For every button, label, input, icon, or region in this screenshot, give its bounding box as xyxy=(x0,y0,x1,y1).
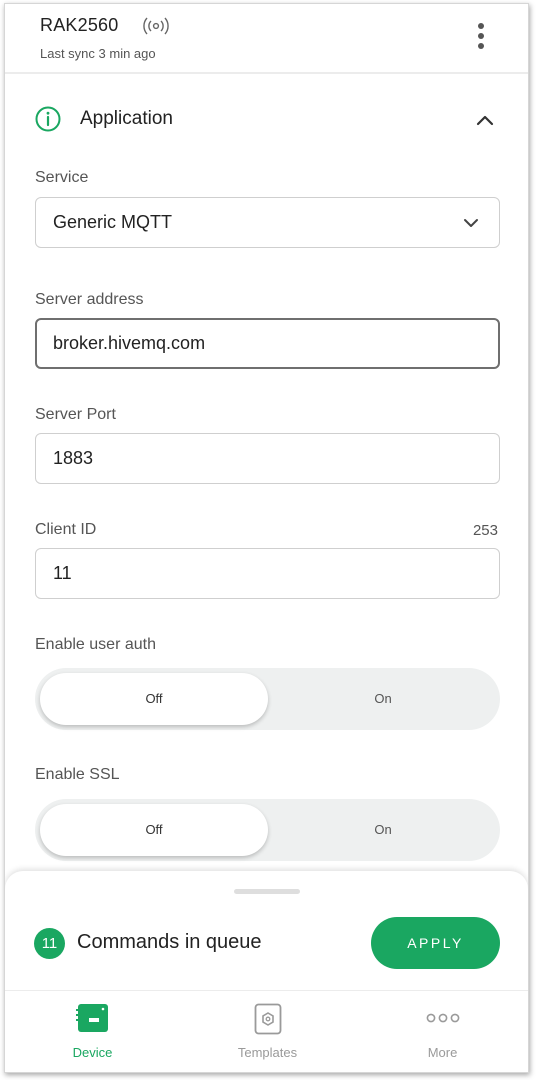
apply-button[interactable]: APPLY xyxy=(371,917,500,969)
server-port-label: Server Port xyxy=(35,406,116,423)
chevron-down-icon xyxy=(464,219,478,227)
user-auth-label: Enable user auth xyxy=(35,636,156,653)
queue-text: Commands in queue xyxy=(77,931,262,953)
application-section-header[interactable]: Application xyxy=(5,96,528,140)
more-icon xyxy=(426,1013,459,1023)
device-name: RAK2560 xyxy=(40,15,119,35)
server-address-input[interactable]: broker.hivemq.com xyxy=(35,318,500,369)
user-auth-toggle: Off On xyxy=(35,668,500,730)
service-label: Service xyxy=(35,169,89,186)
service-select[interactable]: Generic MQTT xyxy=(35,197,500,248)
signal-icon xyxy=(143,17,169,35)
nav-item-templates[interactable]: Templates xyxy=(180,991,355,1072)
nav-item-more[interactable]: More xyxy=(355,991,528,1072)
user-auth-on-option[interactable]: On xyxy=(267,668,499,730)
last-sync-text: Last sync 3 min ago xyxy=(40,46,156,61)
client-id-label: Client ID xyxy=(35,521,97,538)
server-port-value: 1883 xyxy=(53,448,94,468)
service-value: Generic MQTT xyxy=(53,212,173,232)
user-auth-off-option[interactable]: Off xyxy=(40,673,268,725)
ssl-toggle: Off On xyxy=(35,799,500,861)
section-title: Application xyxy=(80,108,173,129)
drag-handle[interactable] xyxy=(234,889,300,894)
server-address-label: Server address xyxy=(35,291,144,308)
ssl-off-option[interactable]: Off xyxy=(40,804,268,856)
nav-label-more: More xyxy=(427,1045,458,1060)
command-queue-sheet: 11 Commands in queue APPLY xyxy=(5,871,528,995)
client-id-input[interactable]: 11 xyxy=(35,548,500,599)
more-options-icon[interactable] xyxy=(471,20,491,52)
app-frame: RAK2560 Last sync 3 min ago Application … xyxy=(4,3,529,1073)
nav-label-device: Device xyxy=(72,1045,113,1060)
client-id-value: 11 xyxy=(53,563,72,583)
top-app-bar: RAK2560 Last sync 3 min ago xyxy=(5,4,528,74)
queue-count-badge: 11 xyxy=(34,928,65,959)
nav-label-templates: Templates xyxy=(237,1045,298,1060)
info-icon xyxy=(35,106,61,132)
ssl-label: Enable SSL xyxy=(35,766,120,783)
server-port-input[interactable]: 1883 xyxy=(35,433,500,484)
chevron-up-icon[interactable] xyxy=(473,108,497,132)
device-icon xyxy=(75,1004,108,1032)
templates-icon xyxy=(254,1003,281,1035)
server-address-value: broker.hivemq.com xyxy=(53,333,206,353)
ssl-on-option[interactable]: On xyxy=(267,799,499,861)
client-id-counter: 253 xyxy=(472,522,498,539)
nav-item-device[interactable]: Device xyxy=(5,991,180,1072)
bottom-navigation: Device Templates More xyxy=(5,990,528,1072)
